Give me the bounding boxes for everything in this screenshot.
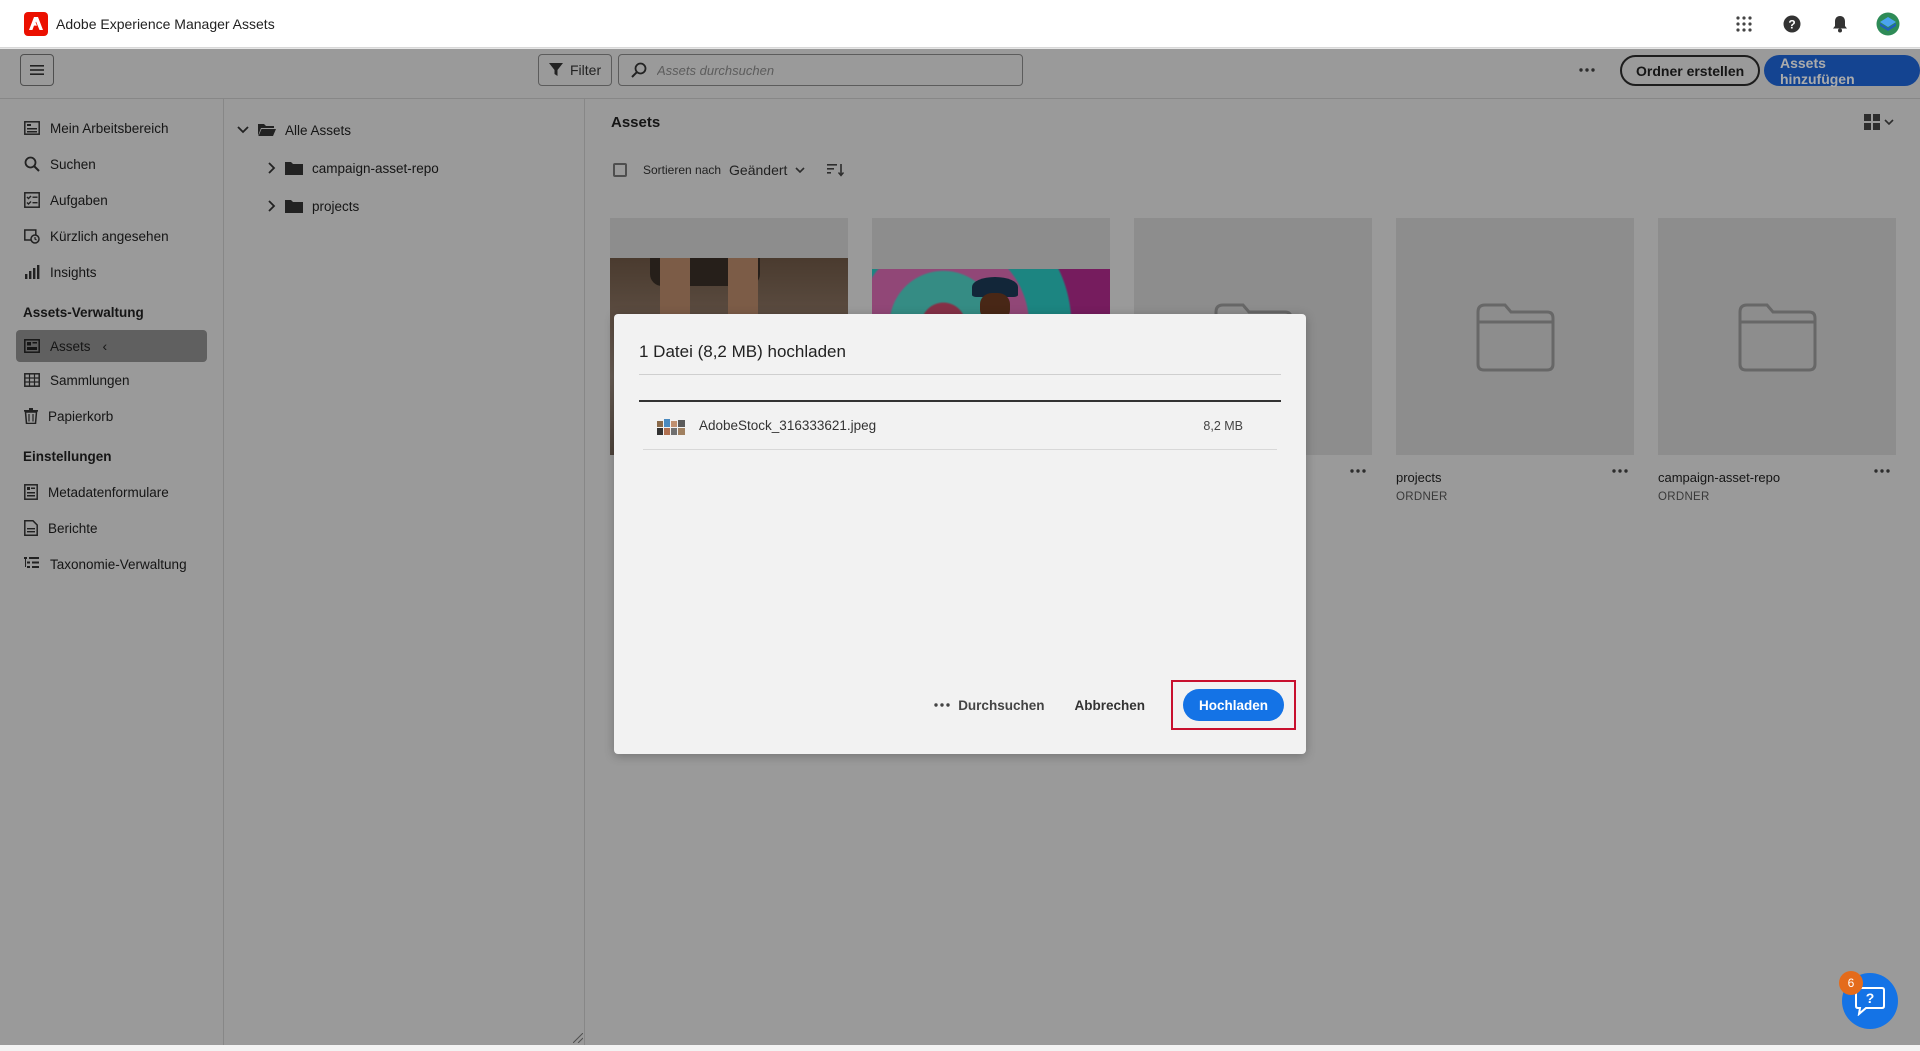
help-icon[interactable]: ? — [1778, 10, 1806, 38]
browse-label: Durchsuchen — [958, 697, 1045, 713]
bottom-strip — [0, 1045, 1920, 1051]
svg-text:?: ? — [1866, 990, 1875, 1006]
help-badge: 6 — [1839, 971, 1863, 995]
upload-button[interactable]: Hochladen — [1182, 689, 1284, 721]
notifications-bell-icon[interactable] — [1826, 10, 1854, 38]
image-file-icon — [657, 417, 685, 435]
svg-text:?: ? — [1788, 18, 1795, 32]
app-title[interactable]: Adobe Experience Manager Assets — [56, 16, 275, 32]
dialog-title: 1 Datei (8,2 MB) hochladen — [639, 342, 846, 361]
upload-dialog: 1 Datei (8,2 MB) hochladen AdobeStock_31… — [614, 314, 1306, 754]
file-size: 8,2 MB — [1203, 418, 1243, 433]
app-switcher-icon[interactable] — [1730, 10, 1758, 38]
cancel-button[interactable]: Abbrechen — [1064, 689, 1155, 721]
user-avatar[interactable] — [1874, 10, 1902, 38]
file-name: AdobeStock_316333621.jpeg — [699, 418, 877, 433]
file-row: AdobeStock_316333621.jpeg 8,2 MB — [643, 402, 1277, 450]
adobe-logo-icon[interactable] — [24, 11, 48, 36]
more-icon — [934, 703, 950, 707]
upload-highlight-frame: Hochladen — [1170, 680, 1296, 730]
browse-button[interactable]: Durchsuchen — [924, 689, 1054, 721]
divider — [639, 374, 1281, 375]
top-bar: Adobe Experience Manager Assets ? — [0, 0, 1920, 48]
